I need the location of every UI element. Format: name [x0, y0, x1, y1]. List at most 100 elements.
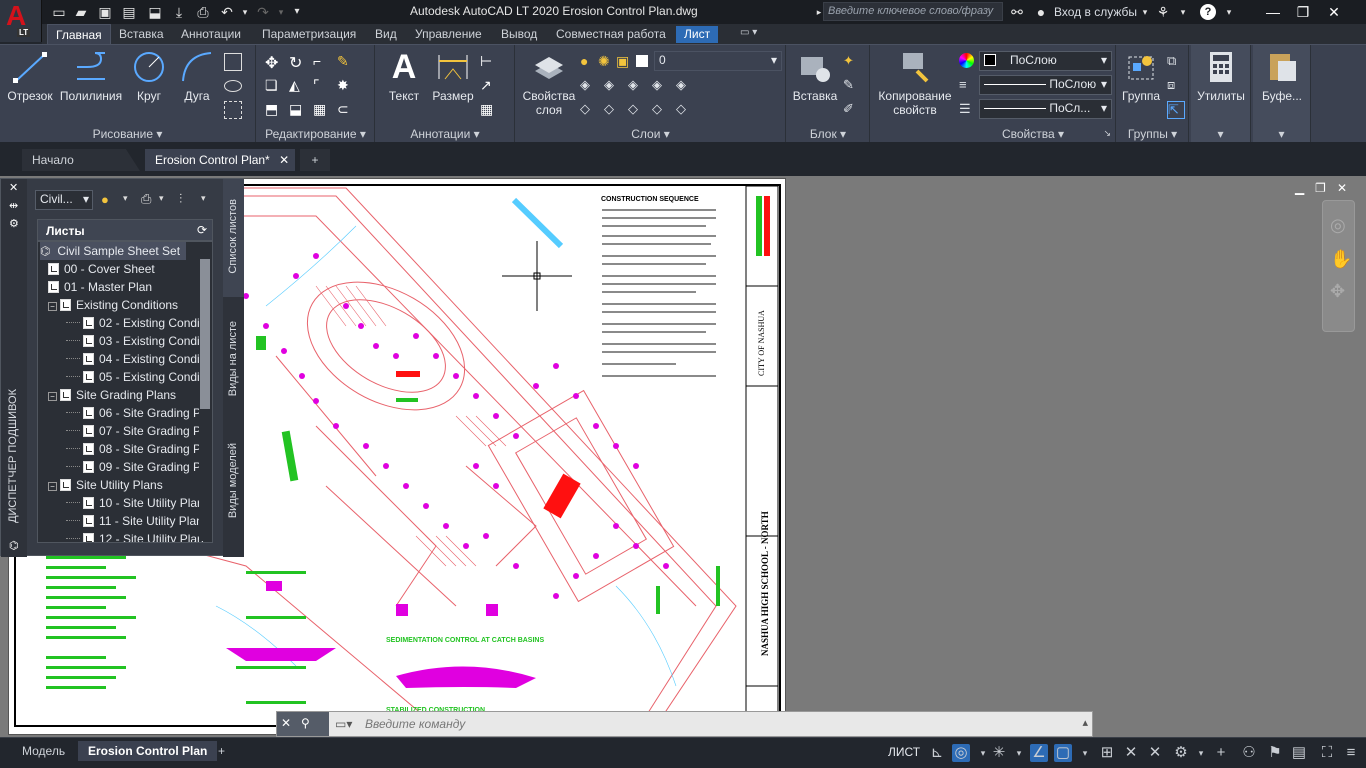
sun-icon[interactable]: ✺ [598, 53, 616, 71]
help-icon[interactable]: ? [1200, 4, 1216, 20]
import-icon[interactable]: ⤓ [170, 3, 188, 21]
polyline-button[interactable]: Полилиния [58, 49, 124, 103]
tab-insert[interactable]: Вставка [119, 27, 164, 41]
tab-model-views[interactable]: Виды моделей [223, 423, 244, 541]
linetype-dropdown[interactable]: ПоСлою ▾ [979, 75, 1112, 95]
sign-in-dropdown-icon[interactable]: ▾ [1136, 3, 1154, 21]
linear-dim-icon[interactable]: ⊢ [480, 53, 498, 71]
ribbon-minimize-icon[interactable]: ▭ ▾ [740, 27, 757, 38]
application-menu-button[interactable]: A LT [0, 0, 42, 42]
close-tab-icon[interactable]: ✕ [279, 153, 289, 167]
sheet-subset-item[interactable]: − Site Utility Plans [48, 476, 163, 494]
layer-tool-3-icon[interactable]: ◈ [628, 77, 646, 95]
move-icon[interactable]: ✥ [265, 53, 283, 72]
plot-icon[interactable]: ⎙ [141, 191, 151, 207]
tree-scrollbar[interactable] [199, 243, 211, 541]
copy-icon[interactable]: ❏ [265, 77, 283, 95]
group-select-icon[interactable]: ⇱ [1167, 101, 1185, 119]
insert-block-button[interactable]: Вставка [791, 49, 839, 103]
layer-tool-6-icon[interactable]: ◇ [580, 101, 598, 119]
viewport-restore-icon[interactable]: ❐ [1315, 181, 1326, 195]
sheet-item[interactable]: 00 - Cover Sheet [48, 260, 155, 278]
object-snap-tracking-icon[interactable]: ∠ [1030, 744, 1048, 762]
group-button[interactable]: Группа [1119, 49, 1163, 103]
layer-tool-7-icon[interactable]: ◇ [604, 101, 622, 119]
palette-close-icon[interactable]: ✕ [9, 181, 18, 194]
line-button[interactable]: Отрезок [6, 49, 54, 103]
sign-in-link[interactable]: Вход в службы [1054, 5, 1137, 19]
object-snap-icon[interactable]: ▢ [1054, 744, 1072, 762]
palette-properties-icon[interactable]: ⚙ [9, 217, 19, 230]
sheet-item[interactable]: 03 - Existing Condi [66, 332, 200, 350]
command-close-icon[interactable]: ✕ [281, 716, 291, 730]
sheet-item[interactable]: 10 - Site Utility Plan [66, 494, 204, 512]
fillet-icon[interactable]: ⌜ [313, 77, 331, 95]
command-grip[interactable]: ✕ ⚲ [277, 712, 329, 736]
lightbulb-icon[interactable]: ● [580, 53, 598, 71]
binoculars-icon[interactable]: ⚯ [1008, 3, 1026, 21]
panel-clipboard[interactable]: Буфе... ▾ [1253, 45, 1311, 143]
lineweight-dropdown[interactable]: ПоСл... ▾ [979, 99, 1112, 119]
sheet-set-root[interactable]: ⌬ Civil Sample Sheet Set [40, 242, 187, 260]
sheet-item[interactable]: 05 - Existing Condi [66, 368, 200, 386]
text-button[interactable]: A Текст [382, 48, 426, 104]
save-icon[interactable]: ▣ [96, 3, 114, 21]
sheet-subset-item[interactable]: − Existing Conditions [48, 296, 178, 314]
circle-button[interactable]: Круг [128, 49, 170, 103]
ellipse-icon[interactable] [224, 80, 242, 92]
plot-dropdown-icon[interactable]: ▾ [159, 193, 164, 204]
customize-status-icon[interactable]: ≡ [1342, 744, 1360, 762]
annotation-panel-title[interactable]: Аннотации ▾ [376, 127, 514, 141]
sheet-set-selector[interactable]: Civil... ▾ [35, 190, 93, 210]
print-icon[interactable]: ⎙ [194, 3, 212, 21]
layout-tab[interactable]: Erosion Control Plan [78, 741, 218, 761]
model-tab[interactable]: Модель [12, 741, 75, 761]
sheet-item[interactable]: 08 - Site Grading P [66, 440, 201, 458]
palette-autohide-icon[interactable]: ⇹ [9, 199, 18, 212]
selection-cycling-icon[interactable]: ⊞ [1098, 744, 1116, 762]
create-block-icon[interactable]: ✦ [843, 53, 861, 71]
open-web-icon[interactable]: ⬓ [146, 3, 164, 21]
match-properties-button[interactable]: Копирование свойств [875, 49, 955, 117]
color-dropdown[interactable]: ПоСлою ▾ [979, 51, 1112, 71]
draw-panel-title[interactable]: Рисование ▾ [0, 127, 255, 141]
undo-icon[interactable]: ↶ [218, 3, 236, 21]
sheet-tools-dropdown-icon[interactable]: ▾ [201, 193, 206, 204]
sheet-subset-item[interactable]: − Site Grading Plans [48, 386, 176, 404]
dimension-button[interactable]: Размер [430, 49, 476, 103]
tree-scroll-thumb[interactable] [200, 259, 210, 409]
publish-icon[interactable]: ● [101, 192, 109, 207]
command-input[interactable]: Введите команду [365, 717, 465, 731]
layer-tool-1-icon[interactable]: ◈ [580, 77, 598, 95]
mirror-icon[interactable]: ◭ [289, 77, 307, 95]
annotation-scale-icon[interactable]: ✕ [1122, 744, 1140, 762]
start-tab[interactable]: Начало [22, 149, 140, 171]
tab-annotate[interactable]: Аннотации [181, 27, 241, 41]
customize-qat-icon[interactable]: ▾ [288, 3, 306, 21]
table-icon[interactable]: ▦ [480, 101, 498, 119]
command-expand-icon[interactable]: ▴ [1082, 716, 1088, 729]
tab-output[interactable]: Вывод [501, 27, 537, 41]
groups-panel-title[interactable]: Группы ▾ [1117, 127, 1188, 141]
layer-tool-4-icon[interactable]: ◈ [652, 77, 670, 95]
hatch-icon[interactable] [224, 101, 242, 119]
viewport-close-icon[interactable]: ✕ [1337, 181, 1347, 195]
help-dropdown-icon[interactable]: ▾ [1220, 3, 1238, 21]
paper-space-toggle[interactable]: ЛИСТ [888, 745, 920, 759]
modify-panel-title[interactable]: Редактирование ▾ [257, 127, 374, 141]
lineweight-icon[interactable]: ☰ [959, 101, 977, 119]
utilities-button[interactable]: Утилиты [1195, 49, 1247, 103]
offset-icon[interactable]: ⊂ [337, 101, 355, 119]
tab-home[interactable]: Главная [47, 24, 111, 44]
trim-icon[interactable]: ⌐ [313, 53, 331, 71]
properties-launcher-icon[interactable]: ↘ [1103, 128, 1111, 139]
utilities-expand-icon[interactable]: ▾ [1191, 127, 1250, 141]
lock-icon[interactable]: ▣ [616, 53, 634, 71]
layer-tool-8-icon[interactable]: ◇ [628, 101, 646, 119]
erase-icon[interactable]: ✎ [337, 53, 355, 71]
pan-hand-icon[interactable]: ✋ [1330, 249, 1352, 270]
isodraft-dropdown-icon[interactable]: ▾ [1010, 744, 1028, 762]
layer-color-swatch[interactable] [636, 55, 648, 67]
tab-layout[interactable]: Лист [676, 26, 719, 43]
sheet-item[interactable]: 09 - Site Grading P [66, 458, 201, 476]
